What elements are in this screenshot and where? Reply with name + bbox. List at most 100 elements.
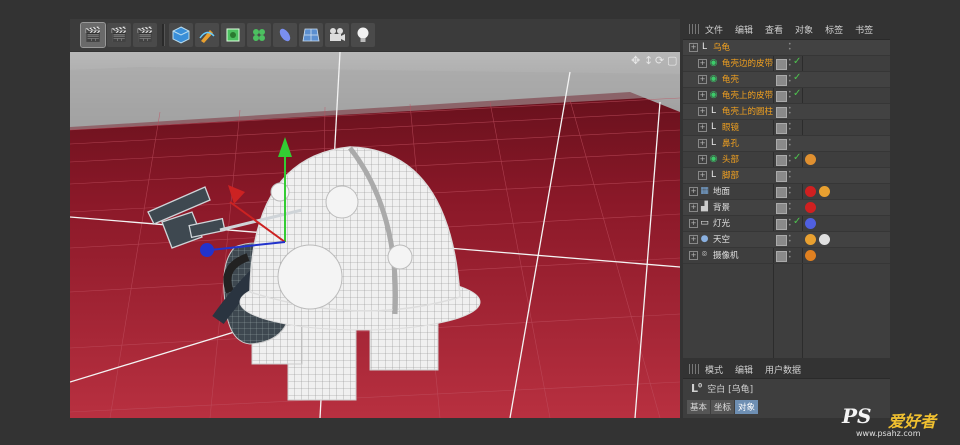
layer-toggle[interactable] (776, 123, 787, 134)
panel-grip-icon[interactable] (689, 24, 699, 34)
visibility-dots[interactable]: • • (788, 186, 792, 197)
visibility-dots[interactable]: • • (788, 250, 792, 261)
object-row[interactable]: + ⌾ 摄像机 • • (683, 248, 890, 264)
expand-toggle-icon[interactable]: + (689, 203, 698, 212)
enabled-check-icon[interactable]: ✓ (793, 56, 801, 67)
object-name[interactable]: 摄像机 (713, 249, 739, 261)
visibility-dots[interactable]: • • (788, 106, 792, 117)
clapper-gear-icon[interactable]: 🎬 (133, 23, 157, 47)
visibility-dots[interactable]: • • (788, 202, 792, 213)
expand-toggle-icon[interactable]: + (698, 155, 707, 164)
menu-objects[interactable]: 对象 (795, 23, 813, 36)
3d-viewport[interactable]: ✥ ↕ ⟳ ▢ (70, 52, 680, 418)
tag-dots-icon[interactable] (805, 154, 816, 165)
object-row[interactable]: + ◉ 头部 • • ✓ (683, 152, 890, 168)
visibility-dots[interactable]: • • (788, 74, 792, 85)
enabled-check-icon[interactable]: ✓ (793, 88, 801, 99)
layer-toggle[interactable] (776, 155, 787, 166)
expand-toggle-icon[interactable]: + (698, 59, 707, 68)
layer-toggle[interactable] (776, 251, 787, 262)
visibility-dots[interactable]: • • (788, 138, 792, 149)
visibility-dots[interactable]: • • (788, 90, 792, 101)
nurbs-icon[interactable] (221, 23, 245, 47)
pen-icon[interactable] (195, 23, 219, 47)
material-tag-icon[interactable] (805, 186, 816, 197)
visibility-dots[interactable]: • • (788, 234, 792, 245)
layer-toggle[interactable] (776, 107, 787, 118)
layer-toggle[interactable] (776, 171, 787, 182)
tab-coordinates[interactable]: 坐标 (711, 400, 735, 414)
tab-object[interactable]: 对象 (735, 400, 759, 414)
enabled-check-icon[interactable]: ✓ (793, 152, 801, 163)
object-name[interactable]: 头部 (722, 153, 739, 165)
cube-icon[interactable] (169, 23, 193, 47)
menu-file[interactable]: 文件 (705, 23, 723, 36)
layer-toggle[interactable] (776, 235, 787, 246)
render-tag-icon[interactable] (805, 234, 816, 245)
visibility-dots[interactable]: • • (788, 170, 792, 181)
object-row[interactable]: + ▟ 背景 • • (683, 200, 890, 216)
panel-grip-icon[interactable] (689, 364, 699, 374)
object-row[interactable]: + ▦ 地面 • • (683, 184, 890, 200)
object-name[interactable]: 眼镜 (722, 121, 739, 133)
object-row[interactable]: + ● 天空 • • (683, 232, 890, 248)
target-tag-icon[interactable] (805, 218, 816, 229)
viewport-canvas[interactable]: ✥ ↕ ⟳ ▢ (70, 52, 680, 418)
object-name[interactable]: 鼻孔 (722, 137, 739, 149)
object-row[interactable]: + ◉ 龟壳上的皮带 • • ✓ (683, 88, 890, 104)
expand-toggle-icon[interactable]: + (689, 251, 698, 260)
visibility-dots[interactable]: • • (788, 154, 792, 165)
tab-basic[interactable]: 基本 (687, 400, 711, 414)
object-name[interactable]: 脚部 (722, 169, 739, 181)
material-tag-icon[interactable] (805, 202, 816, 213)
expand-toggle-icon[interactable]: + (698, 91, 707, 100)
menu-edit[interactable]: 编辑 (735, 23, 753, 36)
layer-toggle[interactable] (776, 187, 787, 198)
enabled-check-icon[interactable]: ✓ (793, 72, 801, 83)
menu-edit[interactable]: 编辑 (735, 363, 753, 376)
expand-toggle-icon[interactable]: + (698, 75, 707, 84)
object-row[interactable]: + L 乌龟 • • (683, 40, 890, 56)
object-name[interactable]: 灯光 (713, 217, 730, 229)
layer-toggle[interactable] (776, 203, 787, 214)
cloner-icon[interactable] (247, 23, 271, 47)
layer-toggle[interactable] (776, 59, 787, 70)
layer-toggle[interactable] (776, 75, 787, 86)
expand-toggle-icon[interactable]: + (689, 219, 698, 228)
bend-icon[interactable] (273, 23, 297, 47)
menu-bookmarks[interactable]: 书签 (855, 23, 873, 36)
object-row[interactable]: + L 眼镜 • • (683, 120, 890, 136)
expand-toggle-icon[interactable]: + (698, 123, 707, 132)
menu-mode[interactable]: 模式 (705, 363, 723, 376)
object-name[interactable]: 龟壳 (722, 73, 739, 85)
enabled-check-icon[interactable]: ✓ (793, 216, 801, 227)
object-row[interactable]: + L 脚部 • • (683, 168, 890, 184)
menu-tags[interactable]: 标签 (825, 23, 843, 36)
object-name[interactable]: 地面 (713, 185, 730, 197)
expand-toggle-icon[interactable]: + (689, 235, 698, 244)
object-name[interactable]: 龟壳上的皮带 (722, 89, 773, 101)
layer-toggle[interactable] (776, 139, 787, 150)
expand-toggle-icon[interactable]: + (698, 139, 707, 148)
object-row[interactable]: + ◉ 龟壳边的皮带 • • ✓ (683, 56, 890, 72)
object-name[interactable]: 龟壳上的圆柱 (722, 105, 773, 117)
menu-view[interactable]: 查看 (765, 23, 783, 36)
expand-toggle-icon[interactable]: + (698, 171, 707, 180)
visibility-dots[interactable]: • • (788, 218, 792, 229)
menu-user-data[interactable]: 用户数据 (765, 363, 801, 376)
layer-toggle[interactable] (776, 219, 787, 230)
object-name[interactable]: 天空 (713, 233, 730, 245)
render-tag-icon[interactable] (819, 186, 830, 197)
object-row[interactable]: + L 鼻孔 • • (683, 136, 890, 152)
camera-icon[interactable] (325, 23, 349, 47)
expand-toggle-icon[interactable]: + (689, 187, 698, 196)
object-row[interactable]: + L 龟壳上的圆柱 • • (683, 104, 890, 120)
expand-toggle-icon[interactable]: + (698, 107, 707, 116)
lightbulb-icon[interactable] (351, 23, 375, 47)
visibility-dots[interactable]: • • (788, 58, 792, 69)
visibility-dots[interactable]: • • (788, 122, 792, 133)
expand-toggle-icon[interactable]: + (689, 43, 698, 52)
sky-material-tag-icon[interactable] (819, 234, 830, 245)
no-render-tag-icon[interactable] (805, 250, 816, 261)
object-row[interactable]: + ▭ 灯光 • • ✓ (683, 216, 890, 232)
